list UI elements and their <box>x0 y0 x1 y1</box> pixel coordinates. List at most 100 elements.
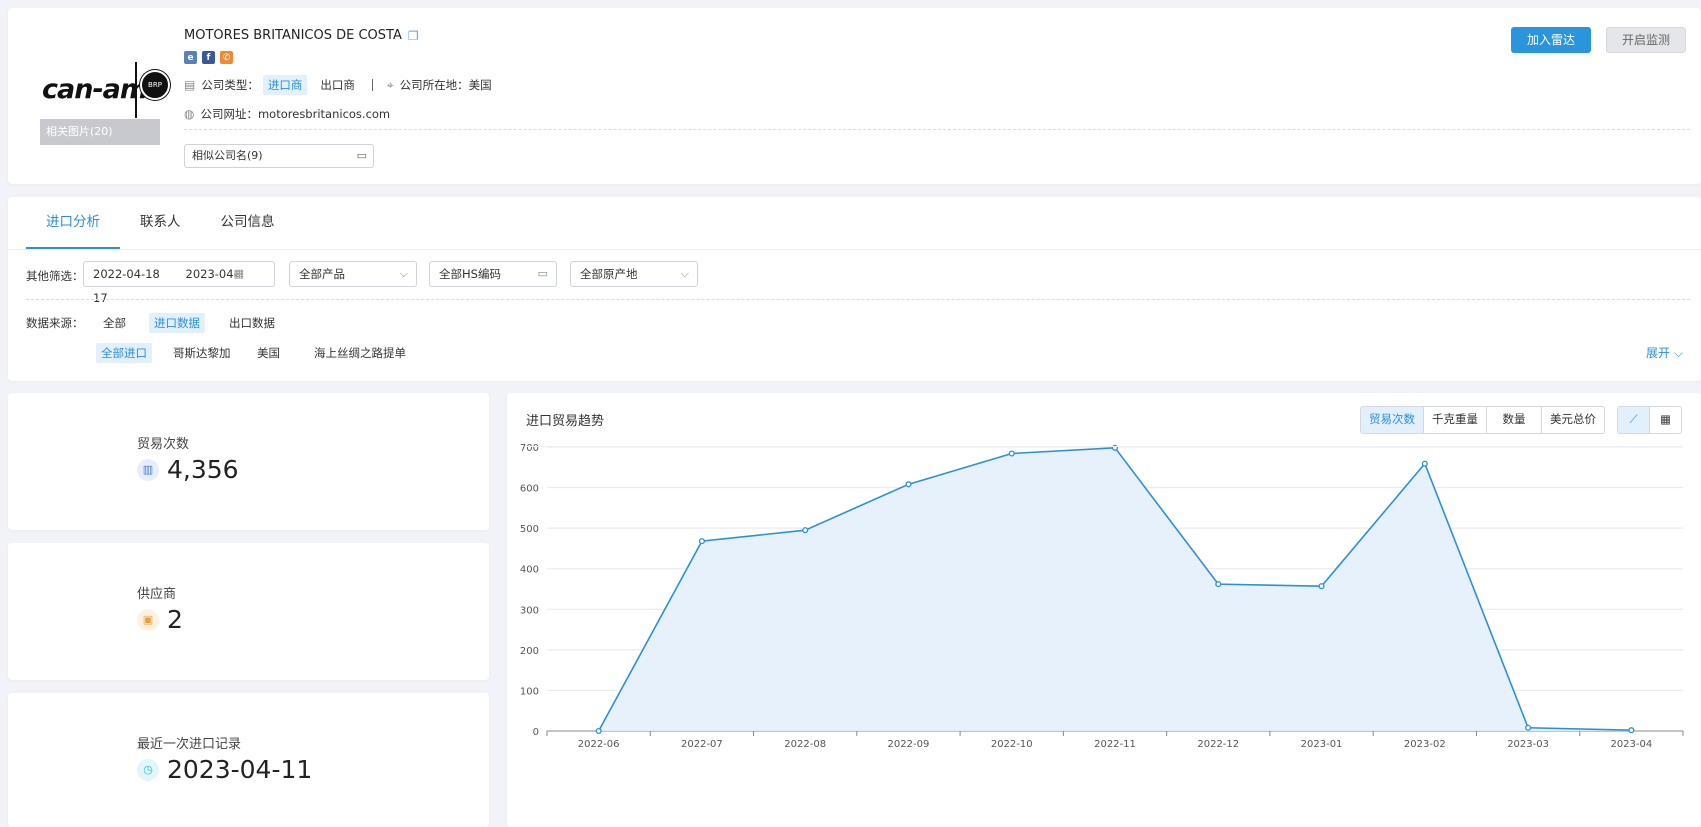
y-tick-label: 200 <box>520 646 539 657</box>
metric-switch: 贸易次数 千克重量 数量 美元总价 <box>1360 406 1605 434</box>
import-trend-card: 0 100 200 300 400 500 600 700 2022-06 2022-07 2022… <box>507 393 1701 827</box>
data-point <box>1318 583 1325 590</box>
trend-chart: 0 100 200 300 400 500 600 700 2022-06 2022-07 2022… <box>520 443 1684 750</box>
sub-source-usa[interactable]: 美国 <box>252 343 285 363</box>
location-value: 美国 <box>468 78 492 92</box>
metric-weight-kg[interactable]: 千克重量 <box>1424 407 1487 433</box>
social-links: e f ✆ <box>184 51 233 64</box>
source-all[interactable]: 全部 <box>98 313 131 333</box>
tab-company-info[interactable]: 公司信息 <box>201 197 295 249</box>
stat-value: 2 <box>167 605 183 634</box>
y-tick-label: 600 <box>520 484 539 495</box>
website-label: 公司网址： <box>200 107 258 121</box>
y-tick-label: 500 <box>520 524 539 535</box>
stat-value: 2023-04-11 <box>167 755 313 784</box>
company-logo: can-am BRP <box>40 56 170 124</box>
chevron-down-icon: ⌵ <box>680 267 689 280</box>
company-header-card: can-am BRP 相关图片(20) MOTORES BRITANICOS D… <box>8 8 1701 184</box>
origin-select[interactable]: 全部原产地 ⌵ <box>570 261 698 287</box>
data-point <box>1215 581 1222 588</box>
website-link[interactable]: motoresbritanicos.com <box>258 107 390 121</box>
logo-badge-icon: BRP <box>140 70 170 100</box>
source-import-data[interactable]: 进口数据 <box>149 313 205 333</box>
sub-source-all-import[interactable]: 全部进口 <box>96 343 152 363</box>
analysis-filter-card: 进口分析 联系人 公司信息 其他筛选： 2022-04-18 2023-04-1… <box>8 197 1701 381</box>
data-point <box>698 538 705 545</box>
source-label: 数据来源： <box>26 316 84 330</box>
sub-source-costa-rica[interactable]: 哥斯达黎加 <box>168 343 236 363</box>
chart-title: 进口贸易趋势 <box>526 414 605 429</box>
view-switch: ⟋ ▦ <box>1617 406 1682 434</box>
metric-quantity[interactable]: 数量 <box>1487 407 1542 433</box>
x-tick-label: 2022-06 <box>578 739 620 750</box>
logo-badge-text: BRP <box>148 81 162 89</box>
expand-toggle[interactable]: 展开 ⌵ <box>1646 344 1683 361</box>
start-monitor-button[interactable]: 开启监测 <box>1606 27 1686 53</box>
add-radar-button[interactable]: 加入雷达 <box>1511 27 1591 53</box>
related-pictures-button[interactable]: 相关图片(20) <box>40 119 160 145</box>
main-tabs: 进口分析 联系人 公司信息 <box>26 197 295 249</box>
web-icon[interactable]: e <box>184 51 197 64</box>
y-tick-label: 300 <box>520 605 539 616</box>
data-point <box>1421 460 1428 467</box>
x-tick-label: 2022-07 <box>681 739 723 750</box>
y-tick-label: 0 <box>533 727 539 738</box>
product-select[interactable]: 全部产品 ⌵ <box>289 261 417 287</box>
stat-label: 贸易次数 <box>137 437 190 452</box>
data-point <box>595 727 602 735</box>
product-select-value: 全部产品 <box>299 267 345 281</box>
globe-icon: ◍ <box>184 107 195 121</box>
divider <box>26 299 1690 300</box>
date-range-picker[interactable]: 2022-04-18 2023-04-17 ▦ <box>83 261 275 305</box>
stat-card-suppliers: 供应商 ▣ 2 <box>8 543 489 680</box>
x-tick-label: 2023-04 <box>1610 739 1652 750</box>
type-tag-importer[interactable]: 进口商 <box>262 75 308 95</box>
filter-label: 其他筛选： <box>26 269 84 283</box>
stat-label: 供应商 <box>137 587 177 602</box>
expand-label: 展开 <box>1646 346 1671 360</box>
chevron-down-icon: ⌵ <box>1673 346 1683 360</box>
stat-card-trade-count: 贸易次数 ▥ 4,356 <box>8 393 489 530</box>
table-view-icon[interactable]: ▦ <box>1650 407 1681 433</box>
tab-contacts[interactable]: 联系人 <box>120 197 201 249</box>
source-export-data[interactable]: 出口数据 <box>224 313 280 333</box>
clock-icon: ◷ <box>137 758 159 781</box>
data-point <box>802 527 809 534</box>
data-point <box>1008 450 1015 457</box>
tabs-divider <box>8 249 1701 250</box>
metric-trade-count[interactable]: 贸易次数 <box>1361 407 1424 433</box>
origin-select-value: 全部原产地 <box>580 267 638 281</box>
x-tick-label: 2023-01 <box>1301 739 1343 750</box>
company-type-row: ▤ 公司类型： 进口商 出口商 ⌖ 公司所在地： 美国 <box>184 75 492 95</box>
company-name-row: MOTORES BRITANICOS DE COSTA ❐ <box>184 28 419 43</box>
type-tag-exporter[interactable]: 出口商 <box>315 75 360 95</box>
metric-usd-total[interactable]: 美元总价 <box>1542 407 1604 433</box>
company-name: MOTORES BRITANICOS DE COSTA <box>184 28 402 43</box>
similar-company-text: 相似公司名(9) <box>192 149 263 162</box>
hs-code-select[interactable]: 全部HS编码 ▭ <box>429 261 557 287</box>
logo-text: can-am <box>42 74 148 105</box>
calendar-icon: ▭ <box>356 149 367 162</box>
line-chart-icon[interactable]: ⟋ <box>1618 407 1650 433</box>
stat-value-row: ◷ 2023-04-11 <box>137 755 312 784</box>
similar-company-select[interactable]: 相似公司名(9) ▭ <box>184 144 374 168</box>
facebook-icon[interactable]: f <box>202 51 215 64</box>
x-tick-label: 2022-08 <box>784 739 826 750</box>
x-tick-label: 2023-02 <box>1404 739 1446 750</box>
data-point <box>905 481 912 488</box>
location-label: 公司所在地： <box>399 78 469 92</box>
copy-icon[interactable]: ❐ <box>408 29 419 43</box>
x-tick-label: 2022-12 <box>1197 739 1239 750</box>
x-tick-label: 2022-11 <box>1094 739 1136 750</box>
phone-icon[interactable]: ✆ <box>220 51 233 64</box>
company-type-label: 公司类型： <box>201 78 259 92</box>
data-point <box>1525 724 1532 731</box>
series-area <box>598 447 1632 731</box>
hs-code-value: 全部HS编码 <box>439 267 501 281</box>
location-icon: ⌖ <box>386 77 394 92</box>
tab-import-analysis[interactable]: 进口分析 <box>26 197 120 249</box>
y-tick-label: 700 <box>520 443 539 454</box>
sub-source-maritime-bill[interactable]: 海上丝绸之路提单 <box>309 343 411 363</box>
date-start: 2022-04-18 <box>93 267 160 281</box>
data-point <box>1628 727 1635 734</box>
